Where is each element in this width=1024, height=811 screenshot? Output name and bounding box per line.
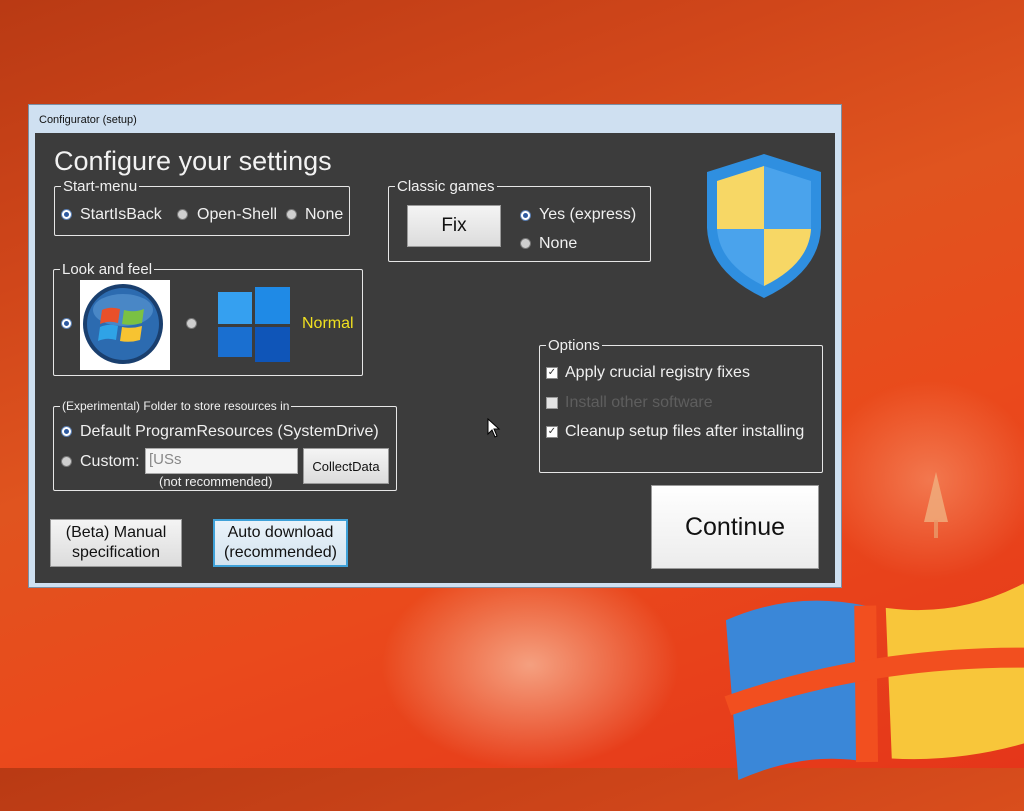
radio-look-windows-7[interactable] (61, 318, 72, 329)
checkbox-cleanup-setup-files[interactable]: ✓ (546, 426, 558, 438)
look-and-feel-legend: Look and feel (62, 261, 153, 278)
radio-start-menu-none[interactable] (286, 209, 297, 220)
checkbox-cleanup-setup-files-label[interactable]: Cleanup setup files after installing (565, 423, 804, 441)
radio-games-yes-express[interactable] (520, 210, 531, 221)
options-legend: Options (548, 337, 600, 354)
radio-startisback[interactable] (61, 209, 72, 220)
fix-button[interactable]: Fix (407, 205, 501, 247)
radio-default-programresources-label[interactable]: Default ProgramResources (SystemDrive) (80, 423, 379, 441)
manual-specification-button[interactable]: (Beta) Manual specification (50, 519, 182, 567)
radio-games-yes-express-label[interactable]: Yes (express) (539, 206, 636, 224)
continue-button[interactable]: Continue (651, 485, 819, 569)
checkbox-install-other-software[interactable] (546, 397, 558, 409)
radio-startisback-label[interactable]: StartIsBack (80, 206, 162, 224)
auto-download-button[interactable]: Auto download (recommended) (213, 519, 348, 567)
wallpaper-glow (380, 560, 680, 770)
radio-custom-folder[interactable] (61, 456, 72, 467)
start-menu-legend: Start-menu (63, 178, 138, 195)
custom-folder-input[interactable]: [USs (145, 448, 298, 474)
collect-data-button[interactable]: CollectData (303, 448, 389, 484)
checkbox-registry-fixes[interactable]: ✓ (546, 367, 558, 379)
uac-shield-icon (707, 154, 821, 298)
window-client-area: Configure your settings Start-menu Start… (35, 133, 835, 583)
checkbox-install-other-software-label[interactable]: Install other software (565, 394, 713, 412)
radio-open-shell-label[interactable]: Open-Shell (197, 206, 277, 224)
radio-look-windows-11[interactable] (186, 318, 197, 329)
radio-start-menu-none-label[interactable]: None (305, 206, 343, 224)
radio-games-none[interactable] (520, 238, 531, 249)
windows-7-orb-icon[interactable] (80, 280, 170, 370)
radio-custom-folder-label[interactable]: Custom: (80, 453, 140, 471)
resources-folder-legend: (Experimental) Folder to store resources… (62, 399, 290, 413)
checkbox-registry-fixes-label[interactable]: Apply crucial registry fixes (565, 364, 750, 382)
radio-default-programresources[interactable] (61, 426, 72, 437)
configurator-window: Configurator (setup) Configure your sett… (28, 104, 842, 588)
not-recommended-note: (not recommended) (159, 474, 273, 489)
wallpaper-tree-icon (924, 472, 948, 538)
radio-open-shell[interactable] (177, 209, 188, 220)
radio-games-none-label[interactable]: None (539, 235, 577, 253)
window-title: Configurator (setup) (39, 114, 137, 126)
classic-games-legend: Classic games (397, 178, 495, 195)
mouse-pointer-icon (487, 418, 501, 438)
page-title: Configure your settings (54, 146, 332, 176)
normal-style-label: Normal (302, 315, 354, 332)
windows-11-logo-icon[interactable] (217, 286, 291, 362)
